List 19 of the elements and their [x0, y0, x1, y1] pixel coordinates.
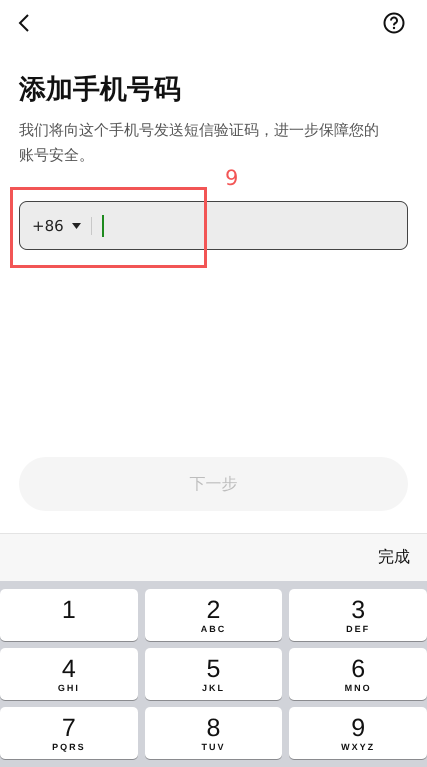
country-code-dropdown[interactable]: +86	[32, 216, 81, 234]
keypad-key[interactable]: 4 GHI	[0, 648, 138, 700]
keypad-key[interactable]: 1	[0, 589, 138, 641]
annotation-label: 9	[225, 166, 238, 190]
phone-field[interactable]: +86	[19, 201, 408, 250]
text-cursor	[102, 214, 104, 236]
description-text: 我们将向这个手机号发送短信验证码，进一步保障您的账号安全。	[19, 120, 380, 166]
page-title: 添加手机号码	[19, 74, 182, 106]
keypad-key[interactable]: 5 JKL	[144, 648, 282, 700]
keypad-key[interactable]: 6 MNO	[289, 648, 427, 700]
keypad-key[interactable]: 7 PQRS	[0, 707, 138, 759]
help-icon[interactable]	[383, 12, 405, 34]
keypad-key[interactable]: 2 ABC	[144, 589, 282, 641]
caret-icon	[72, 222, 81, 228]
back-button[interactable]	[18, 13, 30, 33]
keypad-key[interactable]: 9 WXYZ	[289, 707, 427, 759]
keypad-key[interactable]: 8 TUV	[144, 707, 282, 759]
done-button[interactable]: 完成	[378, 547, 410, 568]
keypad-key[interactable]: 3 DEF	[289, 589, 427, 641]
